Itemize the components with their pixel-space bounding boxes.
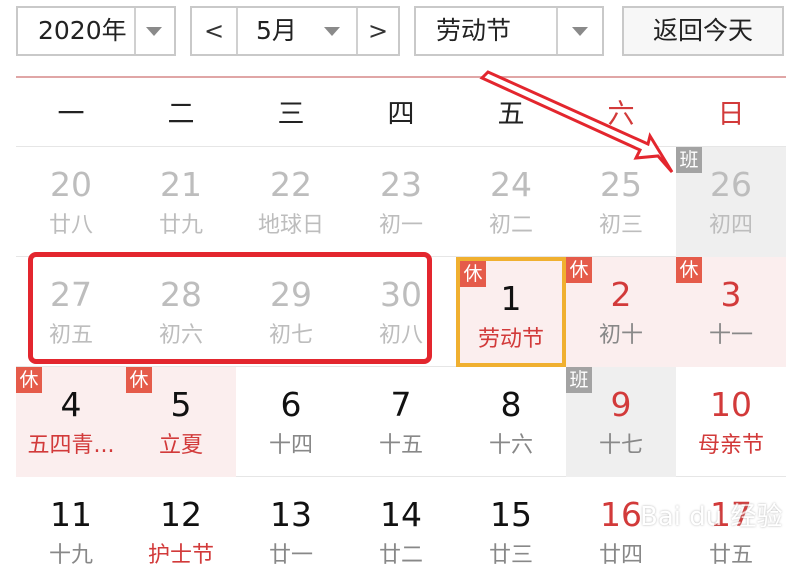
arrow-shape [479,70,674,173]
annotation-arrow [479,70,674,173]
watermark: Bai du 经验 [640,502,783,532]
